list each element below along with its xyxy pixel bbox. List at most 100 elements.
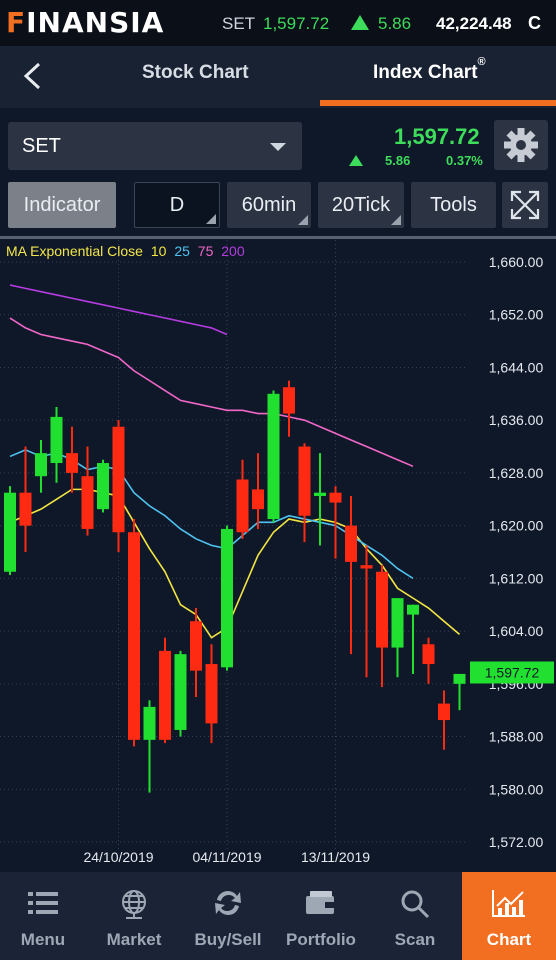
y-tick-label: 1,636.00 (489, 412, 544, 428)
candle-body (159, 650, 171, 740)
chart-separator (0, 236, 556, 239)
bottom-nav: Menu Market Buy/Sell Portfolio Scan Char… (0, 872, 556, 960)
ma-legend-25: 25 (174, 243, 190, 259)
candle-body (376, 571, 388, 648)
period-select[interactable]: D (134, 182, 220, 228)
chart-icon (492, 890, 525, 917)
market-status: C (528, 13, 541, 33)
index-name: SET (222, 14, 256, 33)
nav-portfolio-label: Portfolio (286, 930, 356, 949)
ma-legend-label: MA Exponential Close (6, 243, 143, 259)
price-change: 5.86 (385, 153, 411, 168)
ma-line-75 (9, 317, 414, 468)
ma-legend-200: 200 (221, 243, 245, 259)
candle-body (143, 706, 156, 740)
period-label: D (169, 193, 185, 216)
nav-scan[interactable]: Scan (372, 872, 458, 960)
globe-icon (122, 890, 146, 919)
candle-body (221, 528, 233, 668)
candle-body (81, 476, 94, 529)
price-up-arrow-icon (349, 155, 363, 166)
candle-body (252, 489, 264, 510)
tab-stock-chart[interactable]: Stock Chart (142, 62, 249, 84)
candle-body (19, 492, 32, 526)
tab-index-chart[interactable]: Index Chart® (373, 56, 486, 84)
corner-triangle-icon (298, 215, 308, 225)
index-value: 1,597.72 (263, 14, 330, 33)
y-tick-label: 1,572.00 (489, 834, 544, 850)
registered-mark: ® (477, 56, 486, 68)
y-tick-label: 1,612.00 (489, 570, 544, 586)
chart-header: Stock Chart Index Chart® (0, 46, 556, 108)
candle-body (283, 387, 295, 414)
up-arrow-icon (351, 15, 369, 30)
y-tick-label: 1,652.00 (489, 307, 544, 323)
tab-index-chart-label: Index Chart (373, 62, 478, 83)
candle-body (407, 604, 419, 615)
y-tick-label: 1,580.00 (489, 781, 544, 797)
settings-button[interactable] (494, 120, 548, 170)
y-tick-label: 1,644.00 (489, 359, 544, 375)
y-tick-label: 1,588.00 (489, 729, 544, 745)
fullscreen-button[interactable] (502, 182, 548, 228)
swap-icon (215, 891, 241, 915)
candle-body (360, 565, 373, 569)
candle-body (314, 492, 326, 496)
candle-body (391, 598, 404, 648)
market-volume: 42,224.48 (436, 14, 512, 33)
ma-legend: MA Exponential Close 10 25 75 200 (6, 243, 245, 259)
corner-triangle-icon (206, 214, 216, 224)
indicator-button[interactable]: Indicator (8, 182, 116, 228)
candle-body (4, 492, 16, 572)
gear-icon (504, 128, 538, 162)
x-tick-label: 04/11/2019 (192, 849, 261, 865)
nav-portfolio[interactable]: Portfolio (278, 872, 364, 960)
expand-icon (510, 190, 540, 220)
back-button[interactable] (14, 56, 54, 96)
indicator-label: Indicator (23, 193, 101, 216)
tools-label: Tools (430, 193, 477, 216)
candle-body (190, 621, 202, 671)
price-change-percent: 0.37% (446, 153, 483, 168)
tools-button[interactable]: Tools (411, 182, 496, 228)
menu-icon (28, 892, 58, 914)
interval-60min-button[interactable]: 60min (227, 182, 311, 228)
candle-body (345, 525, 357, 562)
nav-chart[interactable]: Chart (462, 872, 556, 960)
tick-20-button[interactable]: 20Tick (318, 182, 404, 228)
ma-legend-10: 10 (150, 243, 167, 259)
candlestick-chart[interactable]: 1,660.00 1,652.00 1,644.00 1,636.00 1,628.00… (0, 240, 556, 872)
candle-body (174, 654, 187, 730)
nav-market-label: Market (106, 930, 162, 949)
chevron-left-icon (23, 62, 41, 90)
finansia-logo: FINANSIA (6, 6, 165, 39)
nav-buy-sell-label: Buy/Sell (194, 930, 262, 949)
active-tab-underline (320, 100, 556, 106)
candle-body (453, 673, 466, 684)
interval-60min-label: 60min (241, 193, 297, 216)
y-tick-label: 1,620.00 (489, 518, 544, 534)
candle-body (112, 426, 125, 533)
y-tick-label: 1,604.00 (489, 623, 544, 639)
candle-body (205, 664, 218, 724)
corner-triangle-icon (391, 215, 401, 225)
symbol-select-value: SET (22, 135, 61, 157)
ma-legend-75: 75 (197, 243, 214, 259)
candle-body (97, 463, 109, 510)
top-status-bar: FINANSIA SET 1,597.72 5.86 42,224.48 C (0, 0, 556, 46)
candle-body (298, 446, 311, 516)
candle-body (329, 492, 342, 503)
y-tick-label: 1,628.00 (489, 465, 544, 481)
candle-body (66, 453, 78, 473)
index-change: 5.86 (378, 14, 412, 33)
candle-body (267, 393, 280, 520)
nav-chart-label: Chart (486, 930, 532, 949)
symbol-select[interactable]: SET (8, 122, 302, 170)
nav-buy-sell[interactable]: Buy/Sell (184, 872, 272, 960)
x-tick-label: 13/11/2019 (301, 849, 370, 865)
candle-body (128, 532, 140, 740)
candle-body (35, 453, 47, 477)
nav-menu[interactable]: Menu (0, 872, 86, 960)
logo-text-tail: INANSIA (26, 6, 165, 39)
nav-market[interactable]: Market (92, 872, 176, 960)
